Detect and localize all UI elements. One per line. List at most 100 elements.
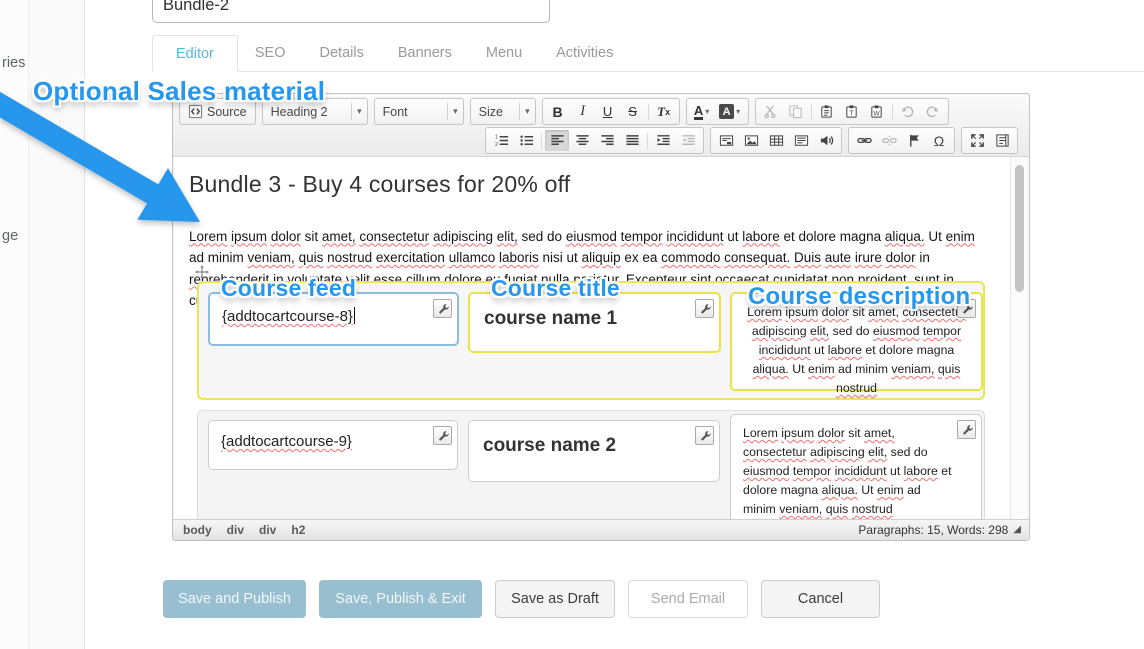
sidebar-item-truncated-1[interactable]: ries <box>2 55 25 71</box>
embed-template-icon <box>719 133 734 148</box>
special-character-button[interactable]: Ω <box>927 130 951 151</box>
document-heading[interactable]: Bundle 3 - Buy 4 courses for 20% off <box>189 171 570 198</box>
link-button[interactable] <box>852 130 876 151</box>
bundle-name-input[interactable] <box>152 0 550 23</box>
underline-button[interactable]: U <box>596 101 620 122</box>
tab-seo[interactable]: SEO <box>238 35 303 71</box>
font-combo[interactable]: Font ▾ <box>374 98 464 125</box>
svg-text:T: T <box>849 110 854 117</box>
decrease-indent-button <box>676 130 700 151</box>
text-color-icon: A <box>694 104 703 120</box>
tab-menu[interactable]: Menu <box>469 35 539 71</box>
svg-text:1: 1 <box>494 135 497 141</box>
save-as-draft-button[interactable]: Save as Draft <box>495 580 615 618</box>
paste-icon <box>819 104 834 119</box>
tab-activities[interactable]: Activities <box>539 35 630 71</box>
align-left-button[interactable] <box>545 130 569 151</box>
course-feed-field-2[interactable]: {addtocartcourse-9} <box>208 420 458 470</box>
cut-icon <box>763 104 778 119</box>
redo-icon <box>925 104 940 119</box>
paste-button[interactable] <box>815 101 839 122</box>
tab-editor[interactable]: Editor <box>152 35 238 72</box>
word-count: Paragraphs: 15, Words: 298 <box>858 523 1008 537</box>
embed-template-button[interactable] <box>714 130 738 151</box>
paste-as-text-button[interactable]: T <box>840 101 864 122</box>
edit-wrench-button[interactable] <box>433 299 452 318</box>
size-combo[interactable]: Size ▾ <box>470 98 536 125</box>
insert-table-button[interactable] <box>764 130 788 151</box>
edit-wrench-button[interactable] <box>957 420 976 439</box>
course-title-value-2: course name 2 <box>469 421 719 457</box>
text-color-button[interactable]: A▾ <box>690 101 714 122</box>
background-color-icon: A <box>719 104 734 119</box>
editor-content-area[interactable]: Bundle 3 - Buy 4 courses for 20% off Lor… <box>174 157 1028 519</box>
flag-icon <box>907 133 922 148</box>
annotation-course-title: Course title <box>491 275 620 302</box>
justify-button[interactable] <box>620 130 644 151</box>
annotation-course-feed: Course feed <box>221 275 356 302</box>
annotation-course-description: Course description <box>748 283 970 311</box>
align-right-icon <box>600 133 615 148</box>
edit-wrench-button[interactable] <box>433 426 452 445</box>
bold-icon: B <box>553 104 563 120</box>
save-and-publish-button[interactable]: Save and Publish <box>163 580 306 618</box>
rich-text-editor: Source Heading 2 ▾ Font ▾ Size ▾ B I <box>172 93 1030 541</box>
div-container-button[interactable] <box>789 130 813 151</box>
copy-button <box>784 101 808 122</box>
element-path-body[interactable]: body <box>183 523 212 537</box>
course-title-field-2[interactable]: course name 2 <box>468 420 720 482</box>
show-blocks-button[interactable] <box>990 130 1014 151</box>
chevron-down-icon: ▾ <box>447 103 463 120</box>
wrench-icon <box>437 430 449 442</box>
chevron-down-icon: ▾ <box>519 103 535 120</box>
increase-indent-button[interactable] <box>651 130 675 151</box>
edit-wrench-button[interactable] <box>695 426 714 445</box>
editor-scrollbar[interactable] <box>1010 157 1028 519</box>
cut-button <box>759 101 783 122</box>
annotation-optional-sales-material: Optional Sales material <box>33 76 325 107</box>
undo-icon <box>900 104 915 119</box>
svg-text:2: 2 <box>494 142 497 148</box>
element-path-div1[interactable]: div <box>227 523 244 537</box>
insert-audio-button[interactable] <box>814 130 838 151</box>
redo-button <box>921 101 945 122</box>
background-color-button[interactable]: A▾ <box>715 101 745 122</box>
cancel-button[interactable]: Cancel <box>761 580 880 618</box>
align-center-button[interactable] <box>570 130 594 151</box>
remove-format-button[interactable]: Tx <box>652 101 676 122</box>
tab-details[interactable]: Details <box>303 35 381 71</box>
copy-icon <box>788 104 803 119</box>
insert-image-button[interactable] <box>739 130 763 151</box>
increase-indent-icon <box>656 133 671 148</box>
action-button-bar: Save and Publish Save, Publish & Exit Sa… <box>163 580 880 618</box>
remove-format-icon: T <box>657 104 665 120</box>
save-publish-exit-button[interactable]: Save, Publish & Exit <box>319 580 482 618</box>
course-description-field-2[interactable]: Lorem ipsum dolor sit amet, consectetur … <box>730 414 982 519</box>
course-feed-value-2: {addtocartcourse-9} <box>209 421 457 450</box>
course-widget-row-2[interactable]: {addtocartcourse-9} course name 2 Lorem … <box>197 410 985 519</box>
resize-grip-icon[interactable]: ◢ <box>1013 525 1021 535</box>
edit-wrench-button[interactable] <box>695 299 714 318</box>
maximize-button[interactable] <box>965 130 989 151</box>
scrollbar-thumb[interactable] <box>1015 165 1024 292</box>
paste-from-word-button[interactable]: W <box>865 101 889 122</box>
align-center-icon <box>575 133 590 148</box>
unlink-icon <box>882 133 897 148</box>
strikethrough-button[interactable]: S <box>621 101 645 122</box>
course-description-value-2: Lorem ipsum dolor sit amet, consectetur … <box>731 415 981 519</box>
show-blocks-icon <box>995 133 1010 148</box>
align-right-button[interactable] <box>595 130 619 151</box>
toolbar-row-2: 12 <box>485 127 1023 154</box>
align-left-icon <box>550 133 565 148</box>
bulleted-list-button[interactable] <box>514 130 538 151</box>
wrench-icon <box>961 424 973 436</box>
anchor-flag-button[interactable] <box>902 130 926 151</box>
italic-button[interactable]: I <box>571 101 595 122</box>
numbered-list-button[interactable]: 12 <box>489 130 513 151</box>
element-path-div2[interactable]: div <box>259 523 276 537</box>
tab-banners[interactable]: Banners <box>381 35 469 71</box>
bold-button[interactable]: B <box>546 101 570 122</box>
element-path-h2[interactable]: h2 <box>291 523 305 537</box>
course-feed-value-1: {addtocartcourse-8} <box>222 308 353 325</box>
widget-drag-handle-icon[interactable] <box>195 265 209 279</box>
